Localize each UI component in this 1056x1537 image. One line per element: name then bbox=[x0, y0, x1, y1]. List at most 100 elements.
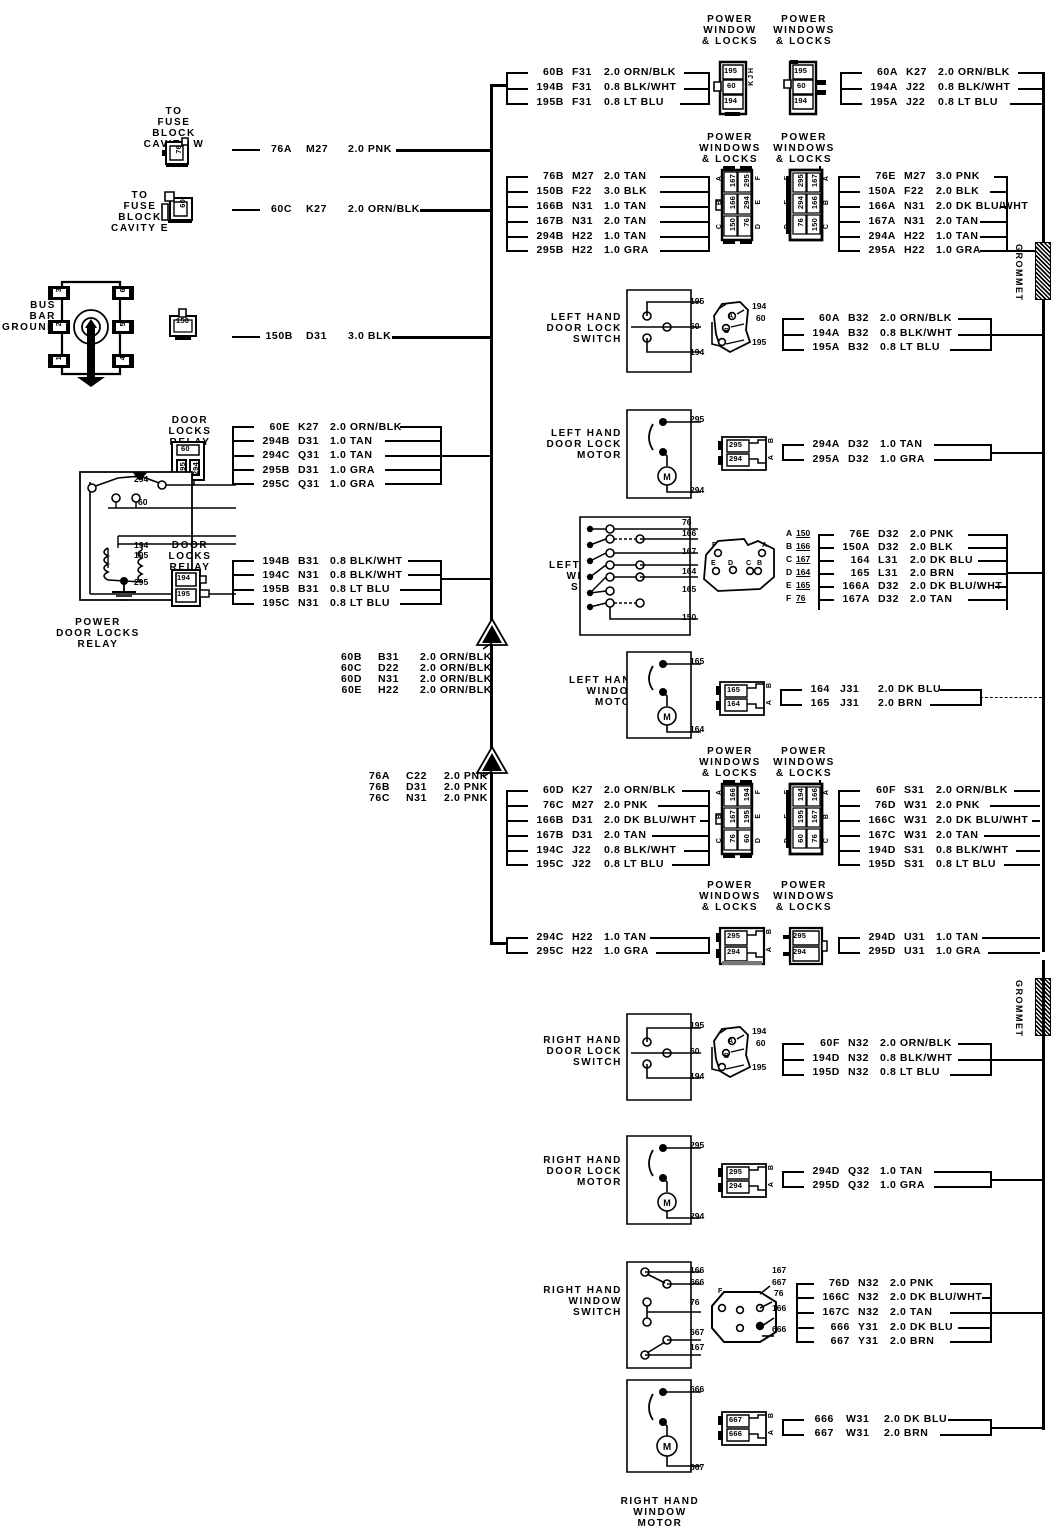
wire-run-76a bbox=[396, 149, 492, 152]
lh-dls-run-2 bbox=[950, 349, 992, 351]
rh-wm-run-0 bbox=[948, 1419, 992, 1421]
g3r-run-0 bbox=[1014, 790, 1040, 792]
lh-ws-pinletter-d: D bbox=[786, 567, 793, 577]
lh-ws-pincav-c: 167 bbox=[796, 554, 811, 564]
rh-dls-pin-a: A bbox=[728, 1038, 734, 1045]
lh-ws-circuit-3: 165 bbox=[850, 567, 870, 579]
gauge-194c-dlr2: 0.8 BLK/WHT bbox=[330, 569, 403, 581]
g2l-conn-5: H22 bbox=[572, 244, 594, 256]
g3r-letter-a: A bbox=[823, 790, 830, 796]
circuit-60c: 60C bbox=[270, 203, 292, 215]
circuit-194c-dlr2: 194C bbox=[262, 569, 290, 581]
rh-dlm-circuit-0: 294D bbox=[812, 1165, 840, 1177]
bracket-g4r bbox=[838, 937, 840, 953]
g2l-run-4 bbox=[660, 236, 710, 238]
g2r-letter-a: A bbox=[823, 176, 830, 182]
lh-dlm-run-0 bbox=[934, 444, 992, 446]
grommet-upper bbox=[1035, 242, 1051, 300]
rh-ws-circuit-1: 166C bbox=[822, 1291, 850, 1303]
g2l-grid-2-1: 76 bbox=[742, 218, 751, 227]
g2l-run-0 bbox=[660, 176, 710, 178]
g2r-circuit-5: 295A bbox=[868, 244, 896, 256]
g4l-conn-0: H22 bbox=[572, 931, 594, 943]
g2r-conn-4: H22 bbox=[904, 230, 926, 242]
g2r-gauge-4: 1.0 TAN bbox=[936, 230, 979, 242]
relay-term-195: 195 bbox=[134, 550, 149, 560]
lh-wm-conn-1: J31 bbox=[840, 697, 860, 709]
g3l-circuit-2: 166B bbox=[536, 814, 564, 826]
relay2-cavity-194: 194 bbox=[177, 573, 191, 582]
run-dlr2-out bbox=[440, 578, 492, 580]
label-pw-locks-g4-left: POWER WINDOWS & LOCKS bbox=[699, 880, 761, 913]
rh-dls-conn-194: 194 bbox=[752, 1026, 767, 1036]
g4l-run-1 bbox=[656, 952, 710, 954]
g3r-conn-0: S31 bbox=[904, 784, 925, 796]
g2l-gauge-0: 2.0 TAN bbox=[604, 170, 647, 182]
bracket-rh-wm bbox=[782, 1419, 784, 1435]
lh-ws-circuit-2: 164 bbox=[850, 554, 870, 566]
lh-wm-term-164: 164 bbox=[690, 724, 705, 734]
g2l-letter-a: A bbox=[716, 176, 723, 182]
rh-dlm-conn-1: Q32 bbox=[848, 1179, 870, 1191]
conn-60e: K27 bbox=[298, 421, 320, 433]
rh-wm-run-1 bbox=[940, 1434, 992, 1436]
gauge-76a: 2.0 PNK bbox=[348, 143, 392, 155]
rh-dlm-letter-b: B bbox=[768, 1165, 775, 1171]
lh-window-motor-connector-icon bbox=[716, 680, 772, 718]
lh-ws-term-150: 150 bbox=[682, 612, 697, 622]
circuit-294b-dlr: 294B bbox=[262, 435, 290, 447]
rh-ws-term-667: 667 bbox=[690, 1327, 705, 1337]
lh-dls-circuit-1: 194A bbox=[812, 327, 840, 339]
lh-dls-circuit-0: 60A bbox=[818, 312, 840, 324]
g3l-run-1 bbox=[658, 805, 710, 807]
g2l-gauge-1: 3.0 BLK bbox=[604, 185, 648, 197]
g1r-cav-0: 195 bbox=[794, 66, 808, 75]
g1l-circuit-2: 195B bbox=[536, 96, 564, 108]
bus-pin-5: 5 bbox=[118, 322, 127, 327]
bus-pin-1: 1 bbox=[54, 356, 63, 361]
rh-dls-conn-0: N32 bbox=[848, 1037, 870, 1049]
g1r-gauge-2: 0.8 LT BLU bbox=[938, 96, 999, 108]
bracket-right-dlr2 bbox=[440, 560, 442, 604]
rh-ws-conn-76: 76 bbox=[774, 1288, 784, 1298]
g2l-grid-0-0: 167 bbox=[728, 174, 737, 188]
lh-ws-conn-4: D32 bbox=[878, 580, 900, 592]
lh-ws-conn-2: L31 bbox=[878, 554, 898, 566]
g1l-run-2 bbox=[680, 103, 710, 105]
g1l-cav-0: 195 bbox=[724, 66, 738, 75]
bracket-g2l bbox=[506, 176, 508, 250]
g1l-circuit-1: 194B bbox=[536, 81, 564, 93]
lh-ws-pinletter-a: A bbox=[786, 528, 793, 538]
g1l-gauge-0: 2.0 ORN/BLK bbox=[604, 66, 676, 78]
run-294b-dlr bbox=[385, 440, 442, 442]
g2r-grid-1-0: 294 bbox=[796, 196, 805, 210]
g2l-conn-0: M27 bbox=[572, 170, 595, 182]
splice60-circuit-3: 60E bbox=[341, 684, 362, 696]
rh-ws-circuit-0: 76D bbox=[828, 1277, 850, 1289]
lh-ws-blob-e: E bbox=[711, 560, 716, 567]
rh-dls-term-195: 195 bbox=[690, 1020, 705, 1030]
g3r-grid-1-1: 167 bbox=[810, 810, 819, 824]
svg-text:M: M bbox=[663, 1442, 671, 1453]
g4r-cav-1: 294 bbox=[793, 947, 807, 956]
rh-dls-conn-2: N32 bbox=[848, 1066, 870, 1078]
rh-dls-circuit-2: 195D bbox=[812, 1066, 840, 1078]
splice76-circuit-2: 76C bbox=[368, 792, 390, 804]
rh-wm-conn-1: W31 bbox=[846, 1427, 870, 1439]
rh-ws-conn-3: Y31 bbox=[858, 1321, 879, 1333]
g2l-letter-f: F bbox=[755, 176, 762, 181]
rh-ws-conn-666: 666 bbox=[772, 1324, 787, 1334]
lh-ws-conn-3: L31 bbox=[878, 567, 898, 579]
rh-dls-run-0 bbox=[958, 1043, 992, 1045]
grommet-lower-label: GROMMET bbox=[1014, 980, 1024, 1038]
g1r-gauge-0: 2.0 ORN/BLK bbox=[938, 66, 1010, 78]
g2r-grid-2-0: 76 bbox=[796, 218, 805, 227]
g3r-letter-b: B bbox=[823, 814, 830, 820]
g3r-run-1 bbox=[990, 805, 1040, 807]
splice-triangle-60 bbox=[475, 617, 511, 647]
wire-lead-60c bbox=[232, 209, 260, 211]
lh-dls-term-194: 194 bbox=[690, 347, 705, 357]
lh-dls-gauge-2: 0.8 LT BLU bbox=[880, 341, 941, 353]
label-lh-door-lock-motor: LEFT HAND DOOR LOCK MOTOR bbox=[546, 428, 622, 461]
gauge-295c-dlr: 1.0 GRA bbox=[330, 478, 376, 490]
